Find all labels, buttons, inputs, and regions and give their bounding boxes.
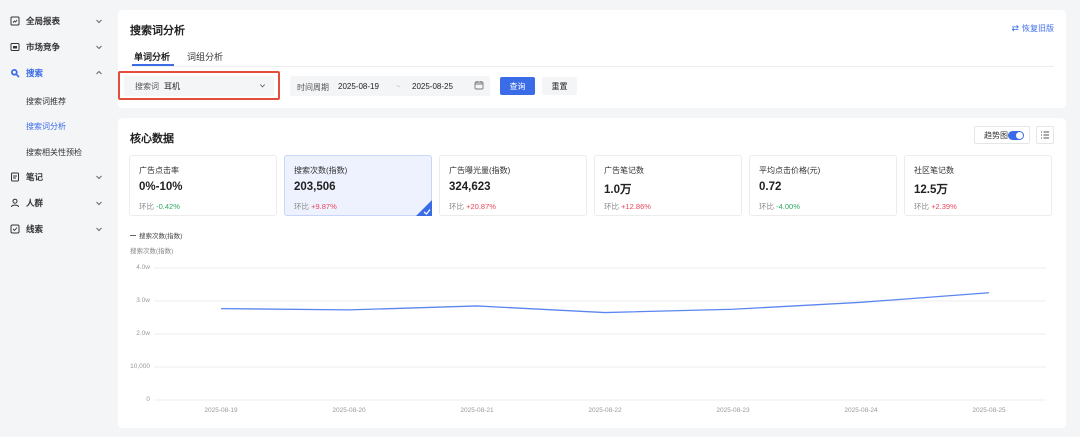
period-label: 时间周期: [297, 83, 329, 92]
chevron-down-icon: [96, 201, 102, 206]
sidebar-item-label: 全局报表: [26, 16, 61, 26]
date-range-picker[interactable]: 时间周期 2025-08-19 ~ 2025-08-25: [290, 76, 490, 96]
y-tick-label: 0: [146, 396, 150, 403]
chevron-up-icon: [96, 70, 102, 75]
sidebar-subitem-keyword-analysis[interactable]: 搜索词分析: [26, 121, 66, 132]
report-icon: [10, 16, 20, 26]
core-data-card: 核心数据 趋势图 广告点击率 0%-10% 环比 -0.42% 搜索次数(指数)…: [118, 118, 1066, 428]
date-separator: ~: [396, 82, 401, 91]
x-tick-label: 2025-08-21: [460, 407, 494, 414]
sidebar-item-people[interactable]: 人群: [10, 195, 104, 211]
sidebar-item-global-report[interactable]: 全局报表: [10, 13, 104, 29]
sidebar-item-label: 搜索: [26, 68, 44, 78]
x-tick-label: 2025-08-19: [204, 407, 238, 414]
note-icon: [10, 172, 20, 182]
reset-button[interactable]: 重置: [542, 77, 577, 95]
y-tick-label: 2.0w: [136, 330, 150, 337]
x-tick-label: 2025-08-24: [844, 407, 878, 414]
lead-icon: [10, 224, 20, 234]
keyword-label: 搜索词: [135, 81, 159, 91]
restore-label: 恢复旧版: [1022, 24, 1054, 33]
query-button[interactable]: 查询: [500, 77, 535, 95]
x-tick-label: 2025-08-22: [588, 407, 622, 414]
x-tick-label: 2025-08-20: [332, 407, 366, 414]
market-icon: [10, 42, 20, 52]
sidebar-item-notes[interactable]: 笔记: [10, 169, 104, 185]
y-tick-label: 4.0w: [136, 264, 150, 271]
sidebar-item-label: 笔记: [26, 172, 44, 182]
chevron-down-icon: [259, 84, 266, 88]
x-tick-label: 2025-08-23: [716, 407, 750, 414]
start-date[interactable]: 2025-08-19: [338, 82, 379, 91]
y-tick-label: 10,000: [130, 363, 150, 370]
sidebar: 全局报表 市场竞争 搜索 搜索词推荐 搜索词分析 搜索相关性预检 笔记 人群 线…: [0, 0, 112, 437]
analysis-header-card: 搜索词分析 ⇄ 恢复旧版 单词分析 词组分析 搜索词 耳机 时间周期 2025-…: [118, 10, 1066, 108]
series-line[interactable]: [220, 292, 990, 314]
sidebar-item-label: 人群: [26, 198, 44, 208]
chevron-down-icon: [96, 227, 102, 232]
tab-divider: [130, 66, 1054, 67]
tab-phrase[interactable]: 词组分析: [187, 50, 223, 63]
sidebar-item-search[interactable]: 搜索: [10, 65, 104, 81]
x-tick-label: 2025-08-25: [972, 407, 1006, 414]
page-title: 搜索词分析: [130, 25, 185, 37]
restore-old-version-link[interactable]: ⇄ 恢复旧版: [1011, 23, 1054, 34]
chevron-down-icon: [96, 19, 102, 24]
calendar-icon[interactable]: [474, 80, 484, 92]
sidebar-item-market[interactable]: 市场竞争: [10, 39, 104, 55]
people-icon: [10, 198, 20, 208]
sidebar-item-label: 线索: [26, 224, 44, 234]
tab-single-word[interactable]: 单词分析: [134, 50, 170, 63]
chevron-down-icon: [96, 45, 102, 50]
sidebar-subitem-keyword-recommend[interactable]: 搜索词推荐: [26, 96, 66, 107]
chart-plot: [154, 267, 1046, 401]
swap-icon: ⇄: [1011, 23, 1019, 33]
sidebar-item-label: 市场竞争: [26, 42, 61, 52]
sidebar-item-leads[interactable]: 线索: [10, 221, 104, 237]
chevron-down-icon: [96, 175, 102, 180]
sidebar-subitem-relevance-check[interactable]: 搜索相关性预检: [26, 147, 82, 158]
y-tick-label: 3.0w: [136, 297, 150, 304]
search-icon: [10, 68, 20, 78]
keyword-select[interactable]: 搜索词 耳机: [124, 76, 274, 96]
end-date[interactable]: 2025-08-25: [412, 82, 453, 91]
keyword-value: 耳机: [164, 81, 180, 91]
